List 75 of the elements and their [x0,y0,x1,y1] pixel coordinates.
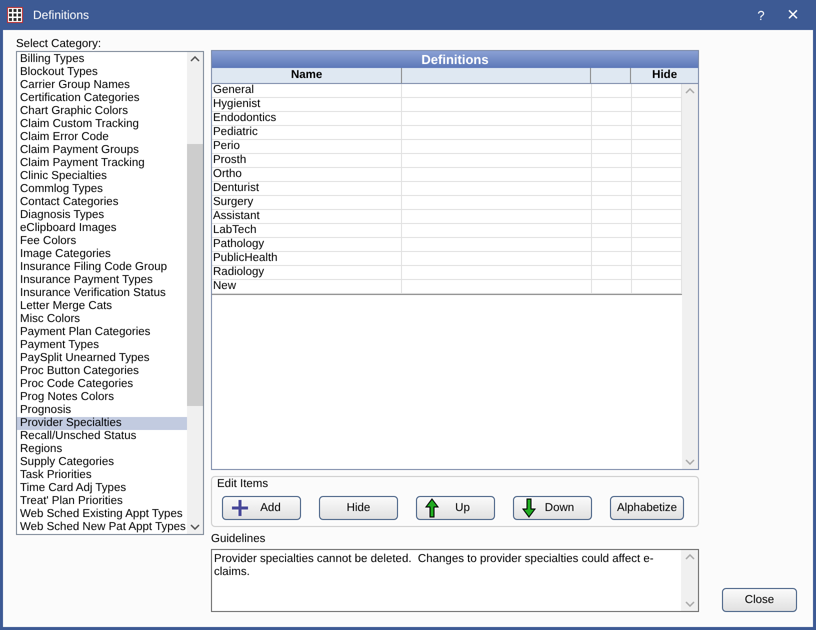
category-item[interactable]: Regions [17,443,187,456]
move-down-button[interactable]: Down [513,496,592,520]
column-header[interactable]: Hide [630,68,698,83]
category-item[interactable]: Provider Specialties [17,417,187,430]
category-item[interactable]: Misc Colors [17,313,187,326]
category-item[interactable]: Proc Code Categories [17,378,187,391]
table-cell[interactable]: LabTech [212,224,402,237]
category-item[interactable]: Certification Categories [17,92,187,105]
category-item[interactable]: Task Priorities [17,469,187,482]
category-item[interactable]: eClipboard Images [17,222,187,235]
category-item[interactable]: PaySplit Unearned Types [17,352,187,365]
category-item[interactable]: Web Sched Existing Appt Types [17,508,187,521]
category-item[interactable]: Prog Notes Colors [17,391,187,404]
category-item[interactable]: Recall/Unsched Status [17,430,187,443]
move-up-button[interactable]: Up [416,496,495,520]
category-item[interactable]: Blockout Types [17,66,187,79]
action-button[interactable]: Alphabetize [610,496,684,520]
guidelines-text: Provider specialties cannot be deleted. Changes to provider specialties could affect e-claims. [213,552,655,580]
add-button[interactable]: Add [222,496,301,520]
guidelines-label: Guidelines [211,533,266,546]
plus-icon [231,499,249,517]
category-item[interactable]: Claim Payment Tracking [17,157,187,170]
category-item[interactable]: Clinic Specialties [17,170,187,183]
up-arrow-icon [425,498,439,518]
category-item[interactable]: Insurance Filing Code Group [17,261,187,274]
scroll-down-icon[interactable] [190,524,200,530]
category-item[interactable]: Insurance Payment Types [17,274,187,287]
category-item[interactable]: Payment Types [17,339,187,352]
action-button[interactable]: Hide [319,496,398,520]
table-cell[interactable]: Pathology [212,238,402,251]
table-cell[interactable]: Denturist [212,182,402,195]
category-item[interactable]: Payment Plan Categories [17,326,187,339]
grid-title: Definitions [212,51,698,68]
close-button[interactable]: × [777,2,809,28]
category-item[interactable]: Image Categories [17,248,187,261]
category-item[interactable]: Time Card Adj Types [17,482,187,495]
table-cell[interactable]: Radiology [212,266,402,279]
close-button[interactable]: Close [722,588,797,612]
table-cell[interactable]: Pediatric [212,126,402,139]
category-item[interactable]: Insurance Verification Status [17,287,187,300]
category-item[interactable]: Billing Types [17,53,187,66]
table-cell[interactable]: Assistant [212,210,402,223]
table-cell[interactable]: New [212,280,402,293]
scroll-up-icon[interactable] [190,56,200,62]
category-item[interactable]: Contact Categories [17,196,187,209]
category-item[interactable]: Prognosis [17,404,187,417]
category-item[interactable]: Claim Custom Tracking [17,118,187,131]
category-item[interactable]: Commlog Types [17,183,187,196]
app-icon [7,7,23,23]
table-cell[interactable]: Perio [212,140,402,153]
category-label: Select Category: [16,38,102,51]
table-cell[interactable]: Endodontics [212,112,402,125]
group-label: Edit Items [217,478,270,491]
table-cell[interactable]: Prosth [212,154,402,167]
category-item[interactable]: Treat' Plan Priorities [17,495,187,508]
category-item[interactable]: Carrier Group Names [17,79,187,92]
table-cell[interactable]: General [212,84,402,97]
category-item[interactable]: Diagnosis Types [17,209,187,222]
table-cell[interactable]: Ortho [212,168,402,181]
down-arrow-icon [522,498,536,518]
category-item[interactable]: Proc Button Categories [17,365,187,378]
table-cell[interactable]: PublicHealth [212,252,402,265]
category-item[interactable]: Claim Payment Groups [17,144,187,157]
help-button[interactable]: ? [745,2,777,28]
table-cell[interactable]: Surgery [212,196,402,209]
column-header[interactable]: Name [212,68,402,83]
category-item[interactable]: Supply Categories [17,456,187,469]
category-item[interactable]: Letter Merge Cats [17,300,187,313]
table-cell[interactable]: Hygienist [212,98,402,111]
scrollbar[interactable] [187,52,203,534]
category-item[interactable]: Web Sched New Pat Appt Types [17,521,187,534]
category-item[interactable]: Chart Graphic Colors [17,105,187,118]
category-item[interactable]: Claim Error Code [17,131,187,144]
window-title: Definitions [33,8,90,22]
category-item[interactable]: Fee Colors [17,235,187,248]
